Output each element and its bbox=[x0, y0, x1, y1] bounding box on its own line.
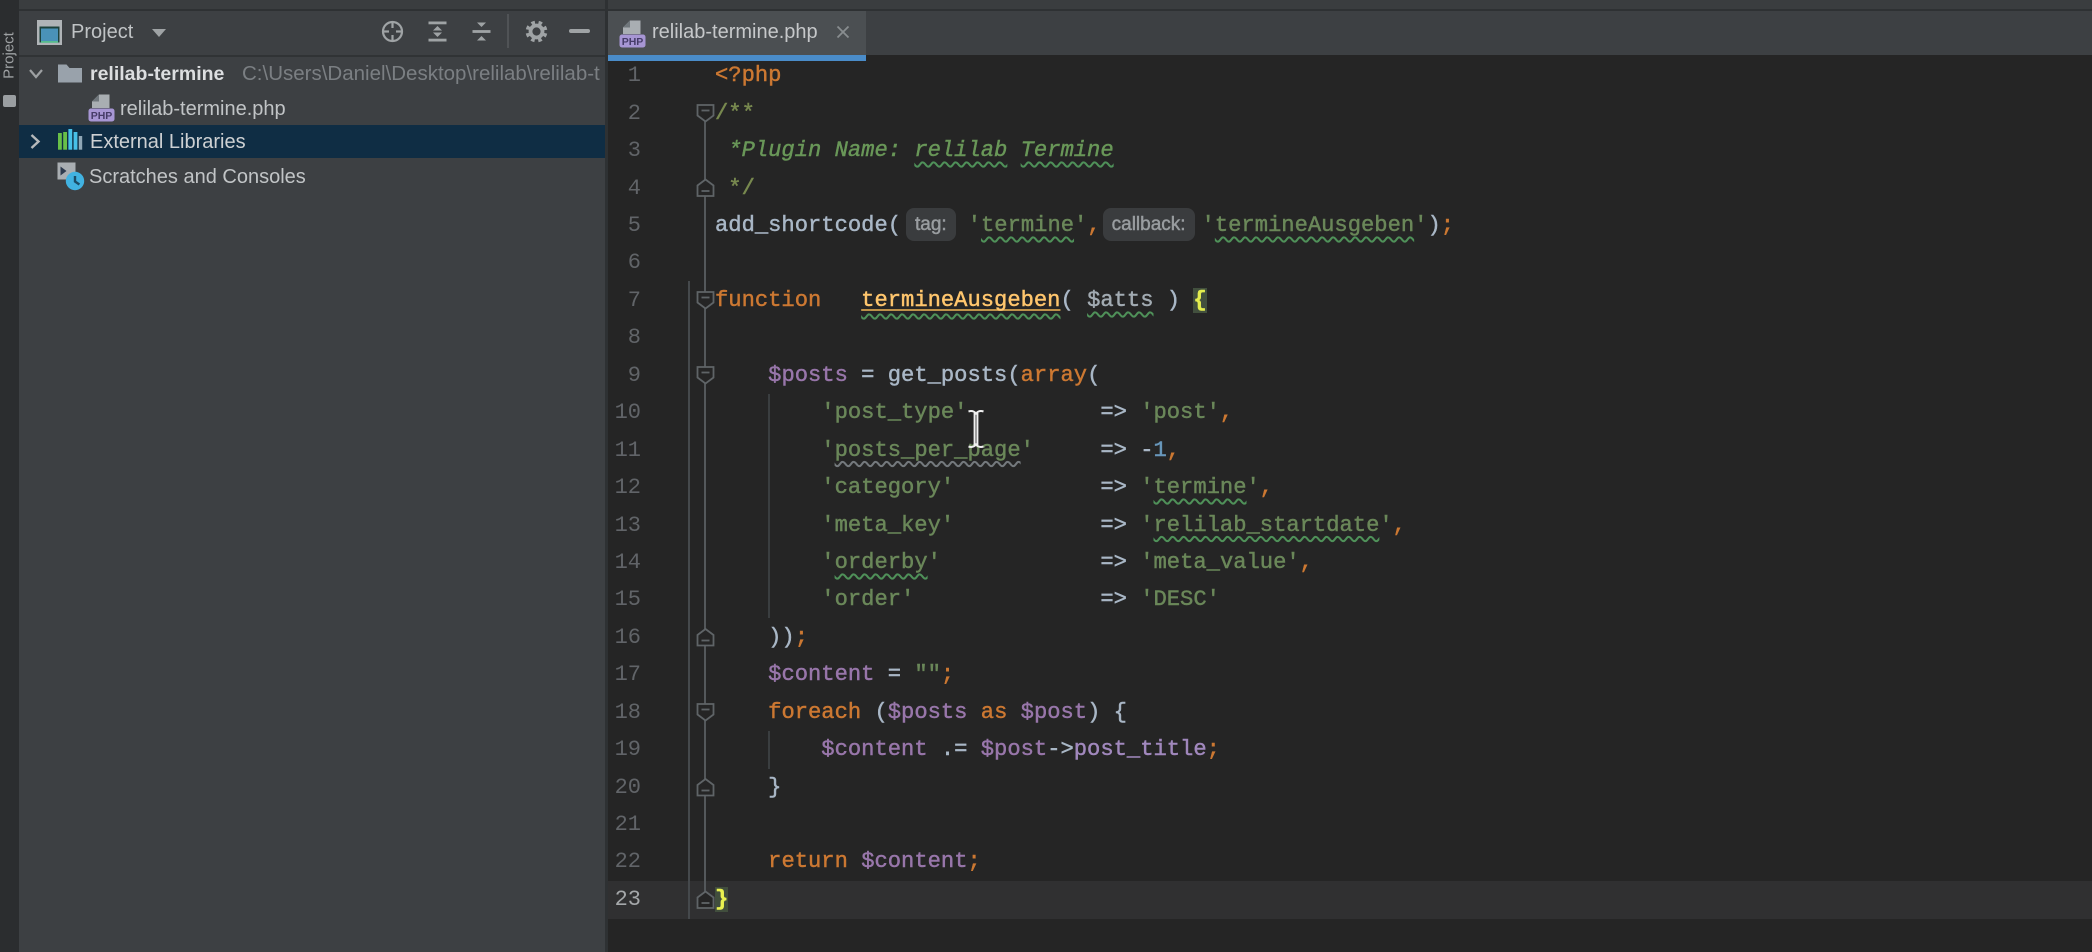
svg-text:PHP: PHP bbox=[622, 36, 644, 48]
svg-text:PHP: PHP bbox=[91, 110, 113, 122]
